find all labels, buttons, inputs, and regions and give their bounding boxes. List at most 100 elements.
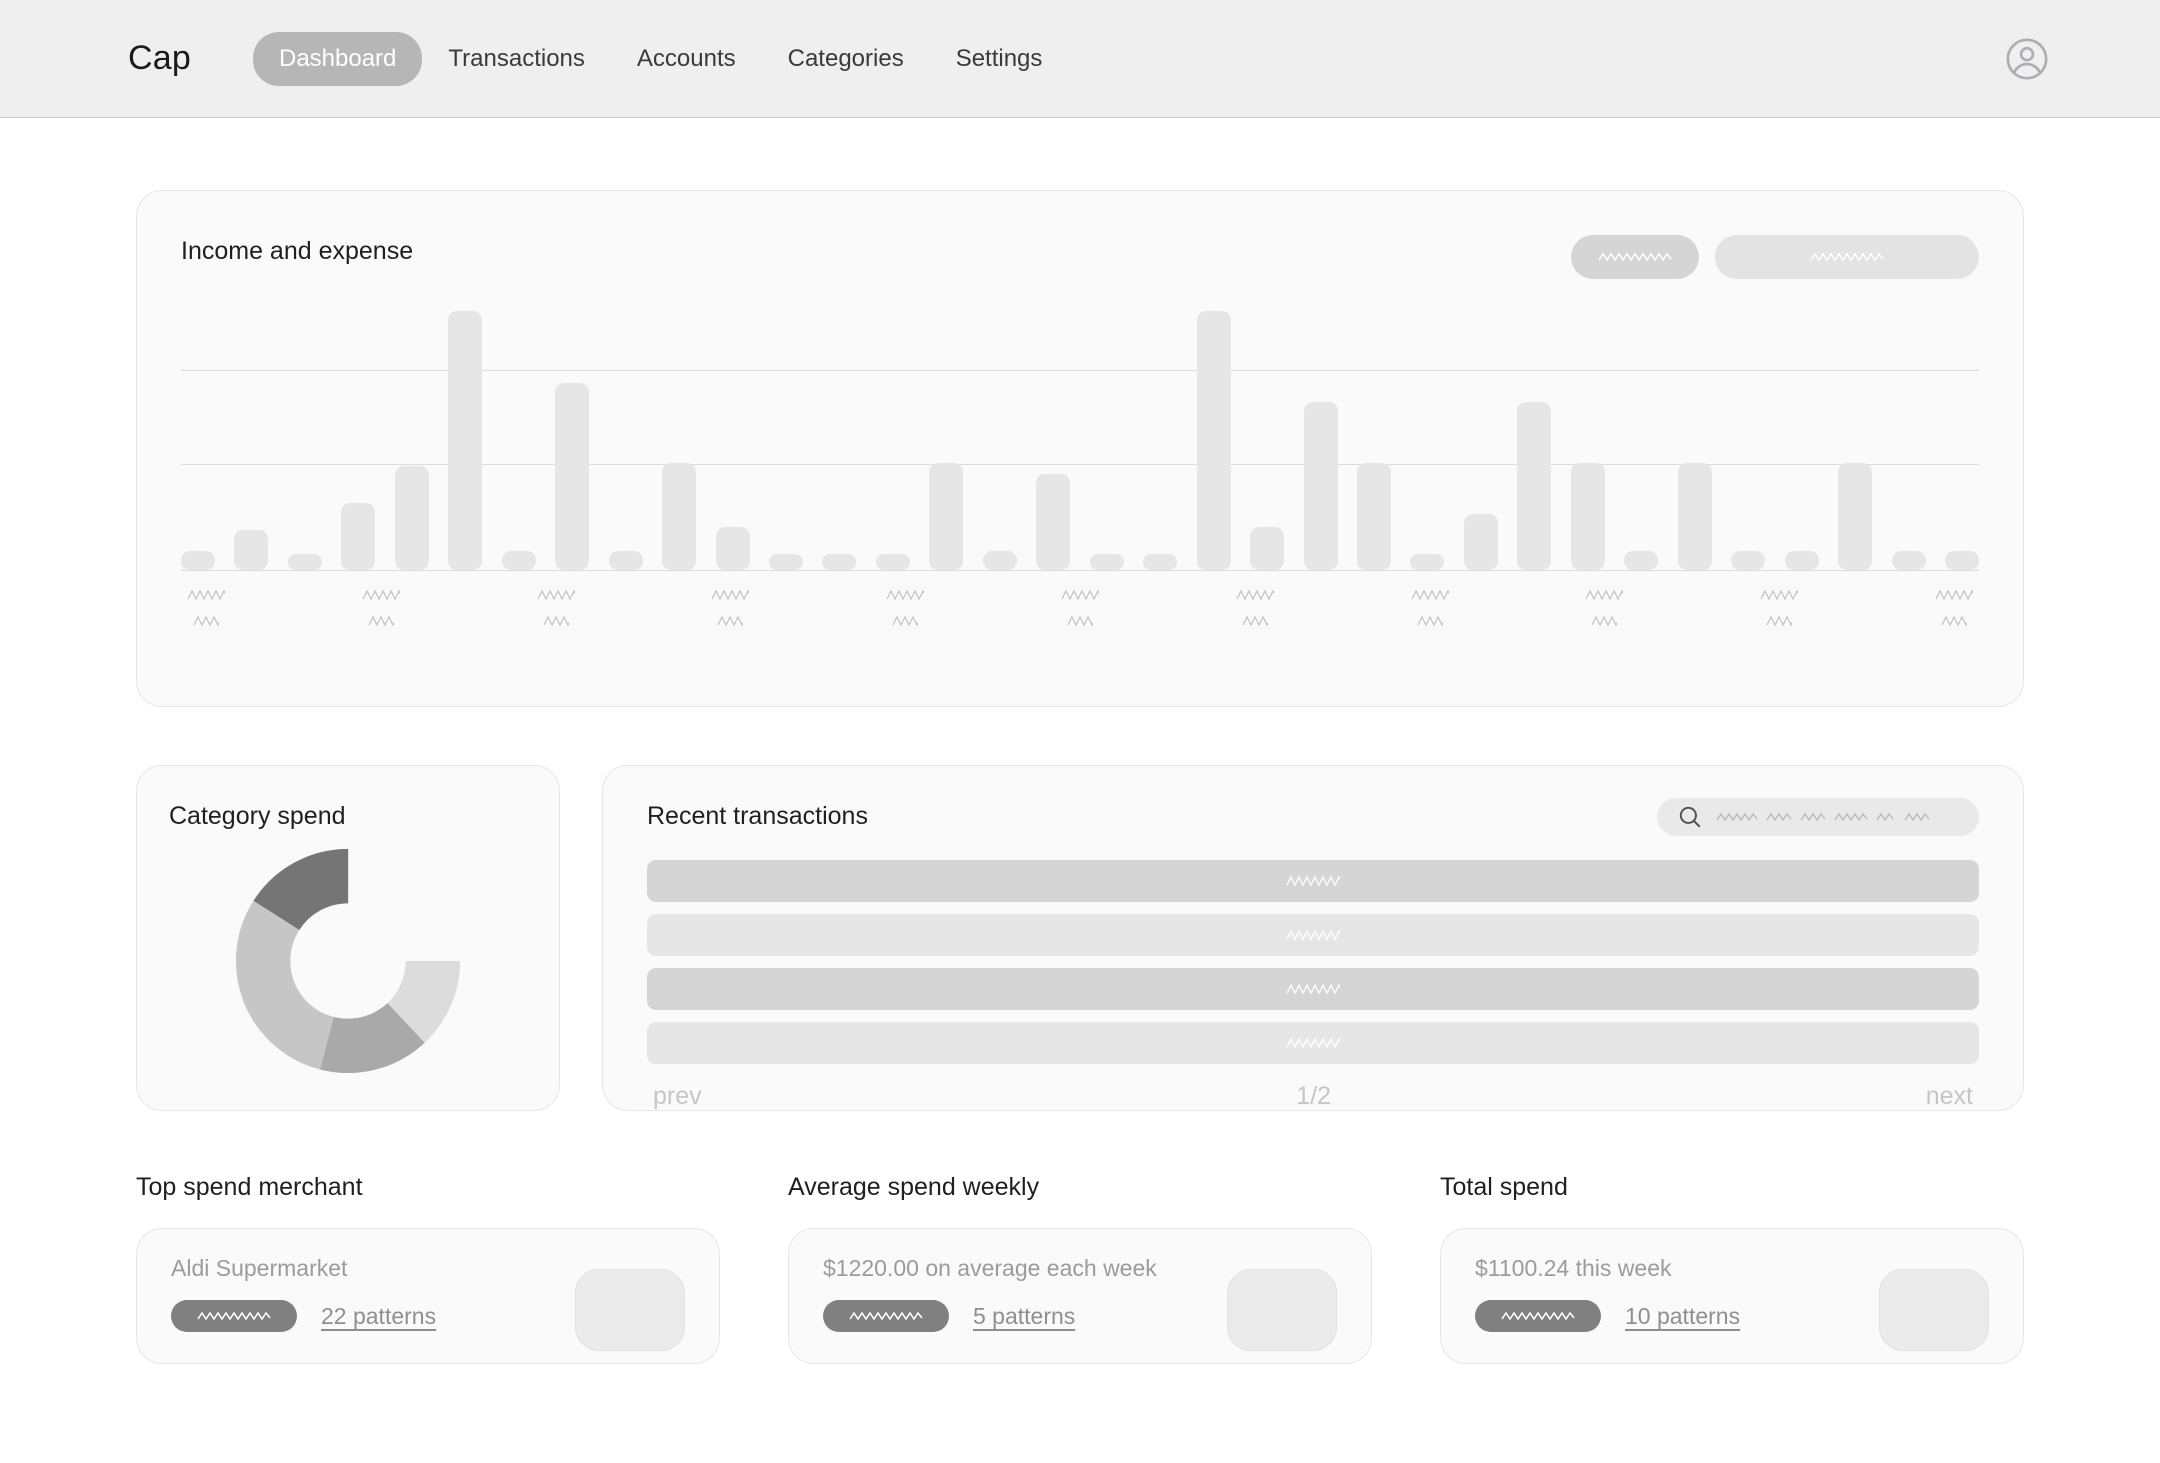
squiggle-placeholder (711, 589, 750, 601)
bar[interactable] (1891, 551, 1926, 570)
squiggle-placeholder (849, 1310, 923, 1322)
bar[interactable] (982, 551, 1017, 570)
bar[interactable] (1517, 401, 1552, 570)
chart-toggle-unselected[interactable] (1715, 235, 1979, 279)
stat-placeholder-blob[interactable] (1227, 1269, 1337, 1351)
search-placeholder-squiggle (1715, 810, 1947, 824)
table-row[interactable] (647, 860, 1979, 902)
stat-title: Top spend merchant (136, 1173, 363, 1201)
bar[interactable] (234, 529, 269, 570)
stat-title: Total spend (1440, 1173, 1568, 1201)
x-axis-label-group (187, 589, 225, 627)
x-axis-label-group (537, 589, 575, 627)
stat-badge[interactable] (171, 1300, 297, 1332)
pagination-prev[interactable]: prev (653, 1082, 702, 1111)
bar[interactable] (1677, 463, 1712, 570)
patterns-link[interactable]: 22 patterns (321, 1303, 436, 1330)
table-row[interactable] (647, 914, 1979, 956)
x-axis-label-group (1760, 589, 1799, 627)
squiggle-placeholder (1766, 615, 1793, 627)
app-header: Cap Dashboard Transactions Accounts Cate… (0, 0, 2160, 118)
bar[interactable] (1463, 513, 1498, 570)
x-axis-label-group (1410, 589, 1449, 627)
stat-placeholder-blob[interactable] (1879, 1269, 1989, 1351)
squiggle-placeholder (1286, 875, 1340, 887)
bar[interactable] (1838, 463, 1873, 570)
table-row[interactable] (647, 1022, 1979, 1064)
bar[interactable] (768, 553, 803, 570)
squiggle-placeholder (1585, 589, 1624, 601)
stat-badge[interactable] (1475, 1300, 1601, 1332)
squiggle-placeholder (1941, 615, 1967, 627)
squiggle-placeholder (1410, 589, 1449, 601)
squiggle-placeholder (368, 615, 394, 627)
stat-content: $1100.24 this week 10 patterns (1475, 1255, 1740, 1332)
bar[interactable] (1944, 551, 1979, 570)
bar[interactable] (1303, 401, 1338, 570)
bar[interactable] (555, 383, 590, 570)
stat-total-spend: Total spend $1100.24 this week 10 patter… (1440, 1173, 2024, 1364)
squiggle-placeholder (1810, 251, 1884, 263)
recent-transactions-card: Recent transactions prev 1/2 next (602, 765, 2024, 1111)
bar[interactable] (1089, 553, 1124, 570)
patterns-link[interactable]: 5 patterns (973, 1303, 1075, 1330)
bar[interactable] (875, 553, 910, 570)
nav-item-dashboard[interactable]: Dashboard (252, 31, 423, 86)
stat-meta: 22 patterns (171, 1300, 436, 1332)
bar[interactable] (341, 503, 376, 570)
nav-item-categories[interactable]: Categories (762, 32, 930, 86)
patterns-link[interactable]: 10 patterns (1625, 1303, 1740, 1330)
donut-chart[interactable] (137, 849, 559, 1073)
stat-content: Aldi Supermarket 22 patterns (171, 1255, 436, 1332)
bar[interactable] (394, 465, 429, 570)
stat-card: Aldi Supermarket 22 patterns (136, 1228, 720, 1364)
search-input[interactable] (1657, 798, 1979, 836)
stat-value: $1100.24 this week (1475, 1255, 1672, 1281)
nav-item-accounts[interactable]: Accounts (611, 32, 762, 86)
bar[interactable] (1731, 551, 1766, 570)
bar[interactable] (608, 551, 643, 570)
squiggle-placeholder (1760, 589, 1799, 601)
bar[interactable] (662, 463, 697, 570)
squiggle-placeholder (1067, 615, 1093, 627)
chart-toggle-selected[interactable] (1571, 235, 1699, 279)
stat-title: Average spend weekly (788, 1173, 1040, 1201)
stat-card: $1100.24 this week 10 patterns (1440, 1228, 2024, 1364)
bar[interactable] (1410, 553, 1445, 570)
main-nav: Dashboard Transactions Accounts Categori… (252, 31, 1069, 86)
bar[interactable] (1036, 473, 1071, 570)
bar[interactable] (1570, 463, 1605, 570)
bar-series (181, 303, 1979, 570)
x-axis-label-group (1585, 589, 1624, 627)
bar[interactable] (287, 553, 322, 570)
squiggle-placeholder (187, 589, 225, 601)
squiggle-placeholder (362, 589, 400, 601)
nav-item-settings[interactable]: Settings (930, 32, 1069, 86)
stat-badge[interactable] (823, 1300, 949, 1332)
bar[interactable] (1356, 463, 1391, 570)
pagination: prev 1/2 next (647, 1082, 1979, 1111)
middle-row: Category spend Recent transactions prev … (136, 765, 2024, 1111)
bar[interactable] (1624, 551, 1659, 570)
pagination-next[interactable]: next (1926, 1082, 1973, 1111)
bar[interactable] (1250, 527, 1285, 570)
bar[interactable] (715, 527, 750, 570)
x-axis-labels (181, 589, 1979, 627)
table-row[interactable] (647, 968, 1979, 1010)
nav-item-transactions[interactable]: Transactions (422, 32, 611, 86)
bar[interactable] (501, 551, 536, 570)
bar[interactable] (448, 311, 483, 570)
bar[interactable] (1143, 553, 1178, 570)
bar[interactable] (1784, 551, 1819, 570)
bar[interactable] (1196, 311, 1231, 570)
squiggle-placeholder (886, 589, 925, 601)
bar[interactable] (822, 553, 857, 570)
squiggle-placeholder (717, 615, 744, 627)
bar[interactable] (181, 551, 215, 570)
app-brand: Cap (128, 39, 191, 77)
user-circle-icon[interactable] (2004, 36, 2050, 82)
squiggle-placeholder (1501, 1310, 1575, 1322)
bar[interactable] (929, 463, 964, 570)
squiggle-placeholder (543, 615, 569, 627)
stat-placeholder-blob[interactable] (575, 1269, 685, 1351)
